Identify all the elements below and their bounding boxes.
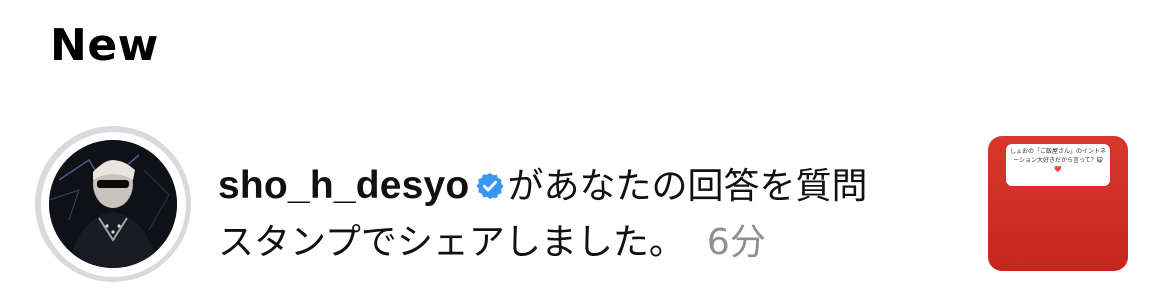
message-line-1: があなたの回答を質問 bbox=[507, 166, 868, 207]
message-line-2: スタンプでシェアしました。 bbox=[218, 222, 685, 263]
section-title: New bbox=[50, 20, 159, 71]
verified-badge-icon bbox=[476, 172, 504, 200]
avatar[interactable] bbox=[35, 126, 191, 282]
timestamp: 6分 bbox=[706, 222, 766, 263]
avatar-image bbox=[49, 140, 177, 268]
avatar-photo bbox=[49, 140, 177, 268]
question-sticker-preview: しょおの「ご飯屋さん」のイントネーション大好きだから言って？😺❤️ bbox=[1006, 144, 1110, 186]
notification-row[interactable]: sho_h_desyo があなたの回答を質問 スタンプでシェアしました。 6分 し… bbox=[0, 120, 1170, 290]
username-link[interactable]: sho_h_desyo bbox=[218, 164, 469, 207]
story-thumbnail[interactable]: しょおの「ご飯屋さん」のイントネーション大好きだから言って？😺❤️ bbox=[988, 136, 1128, 271]
notifications-page: New sho_h_desyo があなたの回答を質問 スタンプでシェアしました。… bbox=[0, 0, 1170, 301]
notification-text: sho_h_desyo があなたの回答を質問 スタンプでシェアしました。 6分 bbox=[218, 158, 938, 271]
